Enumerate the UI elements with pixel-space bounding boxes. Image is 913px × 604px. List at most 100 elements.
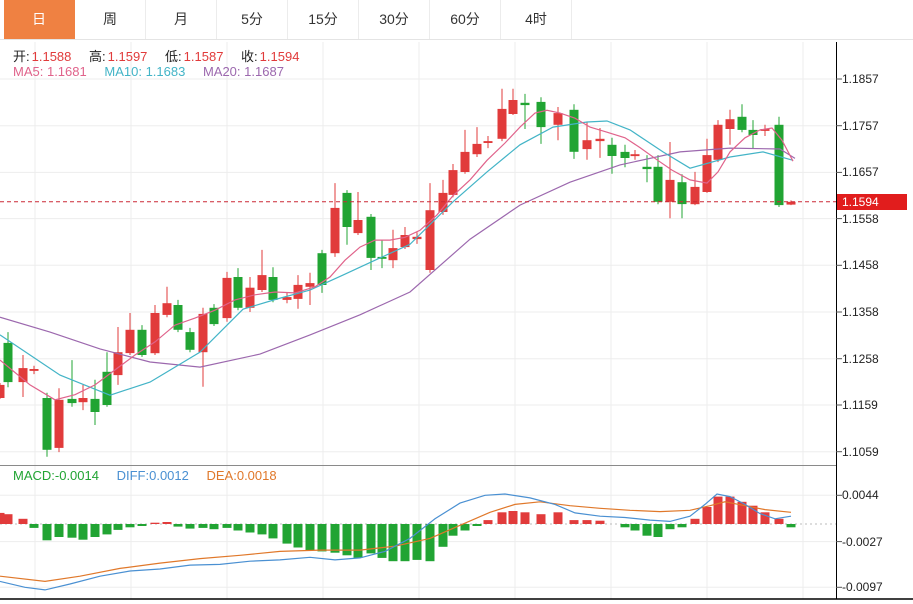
macd-histogram-bar xyxy=(199,524,208,528)
ma20-label: MA20: xyxy=(203,64,241,79)
candle-body xyxy=(0,385,5,398)
macd-histogram-bar xyxy=(269,524,278,538)
macd-histogram-bar xyxy=(306,524,315,550)
candle-body xyxy=(223,278,232,318)
macd-histogram-bar xyxy=(484,520,493,524)
macd-histogram-bar xyxy=(234,524,243,531)
macd-histogram-bar xyxy=(91,524,100,537)
candle-body xyxy=(608,145,617,156)
high-value: 1.1597 xyxy=(108,49,148,64)
macd-histogram-bar xyxy=(509,511,518,524)
macd-histogram-bar xyxy=(554,512,563,524)
candle-body xyxy=(343,193,352,227)
macd-histogram-bar xyxy=(621,524,630,527)
macd-histogram-bar xyxy=(666,524,675,529)
macd-histogram-bar xyxy=(426,524,435,561)
y-axis-label: 1.1857 xyxy=(842,72,879,86)
y-axis-label: 1.1059 xyxy=(842,445,879,459)
diff-value: 0.0012 xyxy=(149,468,189,483)
candle-body xyxy=(631,154,640,156)
y-axis-label: 1.1757 xyxy=(842,119,879,133)
high-label: 高: xyxy=(89,49,106,64)
macd-histogram-bar xyxy=(163,522,172,524)
macd-histogram-bar xyxy=(126,524,135,527)
macd-histogram-bar xyxy=(583,520,592,524)
candle-body xyxy=(114,352,123,375)
macd-label: MACD: xyxy=(13,468,55,483)
close-label: 收: xyxy=(241,49,258,64)
candle-body xyxy=(666,180,675,202)
ma20-value: 1.1687 xyxy=(244,64,284,79)
y-axis-label: 1.1258 xyxy=(842,352,879,366)
timeframe-tab-4[interactable]: 15分 xyxy=(288,0,359,39)
candle-body xyxy=(473,144,482,154)
candle-body xyxy=(126,330,135,353)
y-axis-label: 1.1657 xyxy=(842,165,879,179)
macd-histogram-bar xyxy=(775,519,784,524)
macd-histogram-bar xyxy=(631,524,640,531)
macd-histogram-bar xyxy=(223,524,232,528)
ma5-value: 1.1681 xyxy=(47,64,87,79)
macd-histogram-bar xyxy=(103,524,112,534)
candle-body xyxy=(331,208,340,253)
candle-body xyxy=(79,398,88,402)
candle-body xyxy=(570,110,579,152)
macd-histogram-bar xyxy=(714,497,723,524)
candle-body xyxy=(163,303,172,315)
y-axis-label: 1.1159 xyxy=(842,398,878,412)
timeframe-tab-1[interactable]: 周 xyxy=(75,0,146,39)
candle-body xyxy=(654,167,663,202)
candle-body xyxy=(43,398,52,450)
dea-value: 0.0018 xyxy=(237,468,277,483)
candle-body xyxy=(583,140,592,149)
candle-body xyxy=(389,248,398,260)
candle-body xyxy=(269,277,278,300)
timeframe-tab-0[interactable]: 日 xyxy=(4,0,75,39)
candle-body xyxy=(91,399,100,412)
macd-histogram-bar xyxy=(68,524,77,538)
open-label: 开: xyxy=(13,49,30,64)
candle-body xyxy=(678,182,687,204)
macd-histogram-bar xyxy=(151,523,160,524)
current-price-badge: 1.1594 xyxy=(837,194,907,210)
chart-svg[interactable] xyxy=(0,40,913,604)
candle-body xyxy=(30,369,39,371)
candle-body xyxy=(484,141,493,143)
macd-histogram-bar xyxy=(787,524,796,527)
y-axis-label: 0.0044 xyxy=(842,488,879,502)
low-value: 1.1587 xyxy=(184,49,224,64)
macd-histogram-bar xyxy=(691,519,700,524)
timeframe-tab-3[interactable]: 5分 xyxy=(217,0,288,39)
candle-body xyxy=(521,103,530,105)
macd-histogram-bar xyxy=(30,524,39,528)
candle-body xyxy=(103,372,112,405)
timeframe-tab-6[interactable]: 60分 xyxy=(430,0,501,39)
candle-body xyxy=(714,125,723,160)
timeframe-tab-2[interactable]: 月 xyxy=(146,0,217,39)
macd-histogram-bar xyxy=(114,524,123,530)
macd-histogram-bar xyxy=(596,521,605,524)
macd-histogram-bar xyxy=(318,524,327,551)
candle-body xyxy=(174,305,183,330)
candle-body xyxy=(703,155,712,192)
candle-body xyxy=(621,152,630,158)
macd-histogram-bar xyxy=(537,514,546,524)
y-axis-label: 1.1358 xyxy=(842,305,879,319)
timeframe-tabbar: 日周月5分15分30分60分4时 xyxy=(0,0,913,40)
candle-body xyxy=(55,400,64,448)
chart-area[interactable]: 开:1.1588 高:1.1597 低:1.1587 收:1.1594 MA5:… xyxy=(0,40,913,604)
candle-body xyxy=(726,119,735,129)
candle-body xyxy=(151,313,160,353)
macd-histogram-bar xyxy=(654,524,663,537)
macd-histogram-bar xyxy=(521,512,530,524)
low-label: 低: xyxy=(165,49,182,64)
y-axis-label: -0.0097 xyxy=(842,580,883,594)
timeframe-tab-7[interactable]: 4时 xyxy=(501,0,572,39)
candle-body xyxy=(537,102,546,127)
macd-histogram-bar xyxy=(498,512,507,524)
candle-body xyxy=(186,332,195,350)
candle-body xyxy=(461,152,470,172)
macd-histogram-bar xyxy=(643,524,652,536)
macd-histogram-bar xyxy=(703,507,712,524)
timeframe-tab-5[interactable]: 30分 xyxy=(359,0,430,39)
